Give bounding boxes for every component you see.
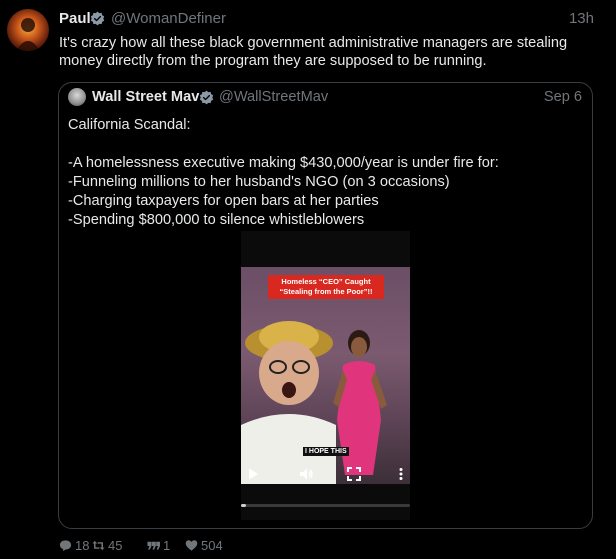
retweet-count: 45 (108, 538, 123, 553)
quote-author-name[interactable]: Wall Street Mav (92, 89, 199, 105)
quote-text: California Scandal: -A homelessness exec… (68, 116, 583, 230)
reply-button[interactable]: 18 (59, 538, 89, 553)
quote-text-line: -Charging taxpayers for open bars at her… (68, 193, 379, 209)
video-person-man (241, 321, 336, 484)
play-icon[interactable] (246, 467, 260, 481)
fullscreen-icon[interactable] (347, 467, 361, 481)
author-avatar[interactable] (7, 9, 49, 51)
tweet-text-line: It's crazy how all these black governmen… (59, 35, 568, 51)
video-player[interactable]: Homeless “CEO” Caught “Stealing from the… (241, 231, 410, 520)
retweet-button[interactable]: 45 (92, 538, 122, 553)
video-subtitle: I HOPE THIS (303, 447, 349, 456)
quote-text-line: -Funneling millions to her husband's NGO… (68, 174, 450, 190)
quote-date[interactable]: Sep 6 (544, 89, 582, 105)
quote-button[interactable]: 1 (147, 538, 170, 553)
quote-text-line: -A homelessness executive making $430,00… (68, 155, 499, 171)
reply-icon (59, 540, 72, 552)
video-caption-line: “Stealing from the Poor”!! (279, 287, 373, 296)
tweet-text: It's crazy how all these black governmen… (59, 34, 594, 70)
reply-count: 18 (75, 538, 90, 553)
video-progress-fill (241, 504, 247, 507)
tweet-header: Paul @WomanDefiner 13h (59, 9, 594, 29)
author-handle[interactable]: @WomanDefiner (111, 10, 226, 27)
quote-icon (147, 541, 160, 550)
verified-badge-icon (199, 90, 214, 105)
verified-badge-icon (90, 11, 105, 26)
tweet-time[interactable]: 13h (569, 10, 594, 27)
quote-author-avatar[interactable] (68, 88, 86, 106)
quote-text-line (68, 135, 583, 154)
video-frame[interactable]: Homeless “CEO” Caught “Stealing from the… (241, 267, 410, 484)
tweet[interactable]: Paul @WomanDefiner 13h It's crazy how al… (0, 0, 616, 559)
quote-author-handle[interactable]: @WallStreetMav (219, 89, 328, 105)
quote-text-line: California Scandal: (68, 117, 191, 133)
like-count: 504 (201, 538, 223, 553)
video-caption-line: Homeless “CEO” Caught (281, 277, 371, 286)
heart-icon (185, 540, 198, 551)
retweet-icon (92, 540, 105, 551)
more-vertical-icon[interactable] (394, 467, 408, 481)
video-caption: Homeless “CEO” Caught “Stealing from the… (268, 275, 384, 299)
tweet-text-line: money directly from the program they are… (59, 53, 487, 69)
video-controls (241, 467, 410, 487)
quote-text-line: -Spending $800,000 to silence whistleblo… (68, 212, 365, 228)
volume-icon[interactable] (299, 467, 313, 481)
author-name[interactable]: Paul (59, 10, 91, 27)
like-button[interactable]: 504 (185, 538, 223, 553)
quoted-tweet[interactable]: Wall Street Mav @WallStreetMav Sep 6 Cal… (58, 82, 593, 529)
video-progress-bar[interactable] (241, 504, 410, 507)
quote-count: 1 (163, 538, 171, 553)
